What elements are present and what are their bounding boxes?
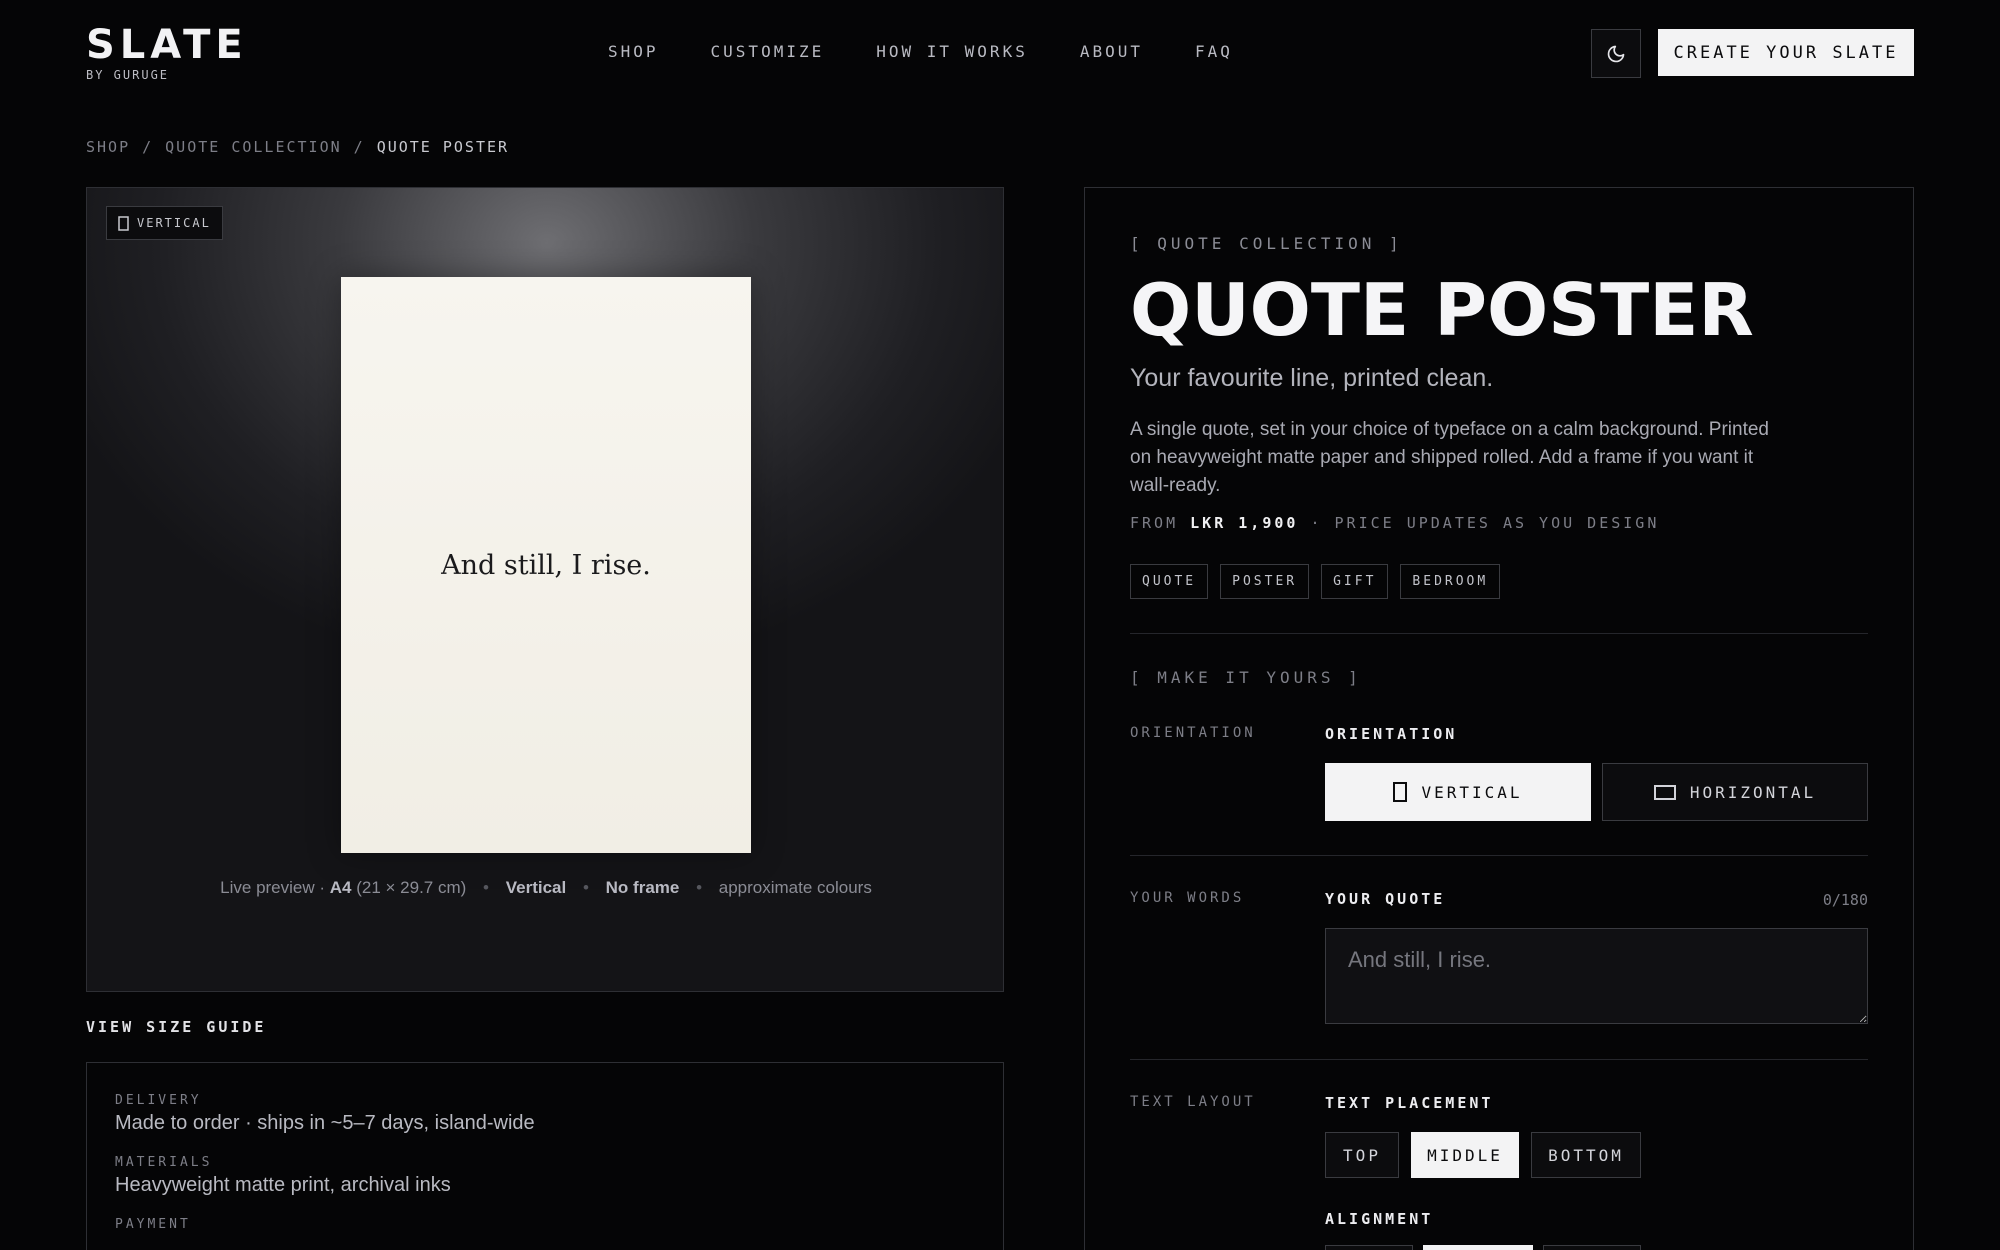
product-subtitle: Your favourite line, printed clean. <box>1130 364 1494 392</box>
price-value: LKR 1,900 <box>1190 514 1299 532</box>
your-words-row-label: YOUR WORDS <box>1130 890 1245 906</box>
delivery-value: Made to order · ships in ~5–7 days, isla… <box>115 1112 535 1134</box>
price-line: FROM LKR 1,900 · PRICE UPDATES AS YOU DE… <box>1130 514 1868 532</box>
nav-how-it-works[interactable]: HOW IT WORKS <box>876 42 1028 61</box>
align-right-button[interactable] <box>1543 1245 1641 1250</box>
delivery-label: DELIVERY <box>115 1093 202 1108</box>
view-size-guide-link[interactable]: VIEW SIZE GUIDE <box>86 1018 266 1036</box>
materials-label: MATERIALS <box>115 1155 213 1170</box>
divider <box>1130 855 1868 856</box>
nav-faq[interactable]: FAQ <box>1195 42 1233 61</box>
orientation-field-label: ORIENTATION <box>1325 725 1458 743</box>
orientation-horizontal-label: HORIZONTAL <box>1689 782 1817 802</box>
orientation-horizontal-button[interactable]: HORIZONTAL <box>1602 763 1868 821</box>
logo[interactable]: SLATE BY GURUGE <box>86 22 248 82</box>
caption-dot: • <box>483 878 489 897</box>
breadcrumb: SHOP / QUOTE COLLECTION / QUOTE POSTER <box>86 138 509 156</box>
tag-gift[interactable]: GIFT <box>1321 564 1389 599</box>
poster-quote-text: And still, I rise. <box>441 549 651 581</box>
preview-caption: Live preview · A4 (21 × 29.7 cm) • Verti… <box>87 878 1003 898</box>
collection-eyebrow: [ QUOTE COLLECTION ] <box>1130 234 1403 253</box>
placement-top-button[interactable]: TOP <box>1325 1132 1399 1178</box>
text-placement-field-label: TEXT PLACEMENT <box>1325 1094 1494 1112</box>
create-your-slate-button[interactable]: CREATE YOUR SLATE <box>1658 29 1914 76</box>
orientation-vertical-label: VERTICAL <box>1421 782 1523 802</box>
caption-frame: No frame <box>605 878 680 897</box>
orientation-chip-label: VERTICAL <box>137 216 211 230</box>
caption-dot: • <box>696 878 703 897</box>
nav-shop[interactable]: SHOP <box>608 42 659 61</box>
landscape-icon <box>1653 784 1676 800</box>
caption-size: A4 <box>329 878 352 897</box>
orientation-row-label: ORIENTATION <box>1130 725 1256 741</box>
site-header: SLATE BY GURUGE SHOP CUSTOMIZE HOW IT WO… <box>0 0 2000 110</box>
divider <box>1130 633 1868 634</box>
portrait-icon <box>118 215 129 231</box>
caption-dot: • <box>582 878 589 897</box>
your-quote-field-label: YOUR QUOTE <box>1325 890 1446 908</box>
product-description: A single quote, set in your choice of ty… <box>1130 419 1769 496</box>
breadcrumb-separator: / <box>353 138 365 156</box>
logo-name: SLATE <box>86 22 248 68</box>
poster-preview: VERTICAL And still, I rise. Live preview… <box>86 187 1004 992</box>
breadcrumb-separator: / <box>142 138 154 156</box>
quote-input[interactable] <box>1325 928 1868 1024</box>
caption-prefix: Live preview · <box>220 878 330 897</box>
alignment-field-label: ALIGNMENT <box>1325 1210 1434 1228</box>
placement-middle-button[interactable]: MIDDLE <box>1411 1132 1519 1178</box>
product-info-box: DELIVERY Made to order · ships in ~5–7 d… <box>86 1062 1004 1250</box>
poster-paper: And still, I rise. <box>341 277 751 853</box>
payment-label: PAYMENT <box>115 1217 191 1232</box>
breadcrumb-shop[interactable]: SHOP <box>86 138 130 156</box>
align-left-button[interactable] <box>1325 1245 1413 1250</box>
materials-value: Heavyweight matte print, archival inks <box>115 1174 451 1196</box>
text-layout-row-label: TEXT LAYOUT <box>1130 1094 1256 1110</box>
product-tags: QUOTE POSTER GIFT BEDROOM <box>1130 564 1868 599</box>
price-suffix: · PRICE UPDATES AS YOU DESIGN <box>1298 514 1660 532</box>
portrait-icon <box>1393 782 1408 802</box>
tag-quote[interactable]: QUOTE <box>1130 564 1209 599</box>
caption-orientation: Vertical <box>505 878 567 897</box>
theme-toggle-button[interactable] <box>1591 29 1641 78</box>
nav-about[interactable]: ABOUT <box>1080 42 1143 61</box>
tag-poster[interactable]: POSTER <box>1220 564 1310 599</box>
make-it-yours-eyebrow: [ MAKE IT YOURS ] <box>1130 668 1362 687</box>
breadcrumb-current: QUOTE POSTER <box>376 138 510 156</box>
caption-dims: (21 × 29.7 cm) <box>351 878 467 897</box>
breadcrumb-quote-collection[interactable]: QUOTE COLLECTION <box>165 138 342 156</box>
caption-note: approximate colours <box>718 878 872 897</box>
moon-icon <box>1607 45 1625 62</box>
orientation-vertical-button[interactable]: VERTICAL <box>1325 763 1591 821</box>
orientation-chip: VERTICAL <box>106 206 223 240</box>
nav-customize[interactable]: CUSTOMIZE <box>711 42 825 61</box>
product-title: QUOTE POSTER <box>1130 268 1754 352</box>
logo-sub: BY GURUGE <box>86 68 170 82</box>
quote-char-counter: 0/180 <box>1822 891 1868 909</box>
main-nav: SHOP CUSTOMIZE HOW IT WORKS ABOUT FAQ <box>608 42 1233 61</box>
divider <box>1130 1059 1868 1060</box>
align-center-button[interactable] <box>1423 1245 1533 1250</box>
placement-bottom-button[interactable]: BOTTOM <box>1531 1132 1641 1178</box>
tag-bedroom[interactable]: BEDROOM <box>1400 564 1501 599</box>
product-panel: [ QUOTE COLLECTION ] QUOTE POSTER Your f… <box>1084 187 1914 1250</box>
price-prefix: FROM <box>1130 514 1191 532</box>
